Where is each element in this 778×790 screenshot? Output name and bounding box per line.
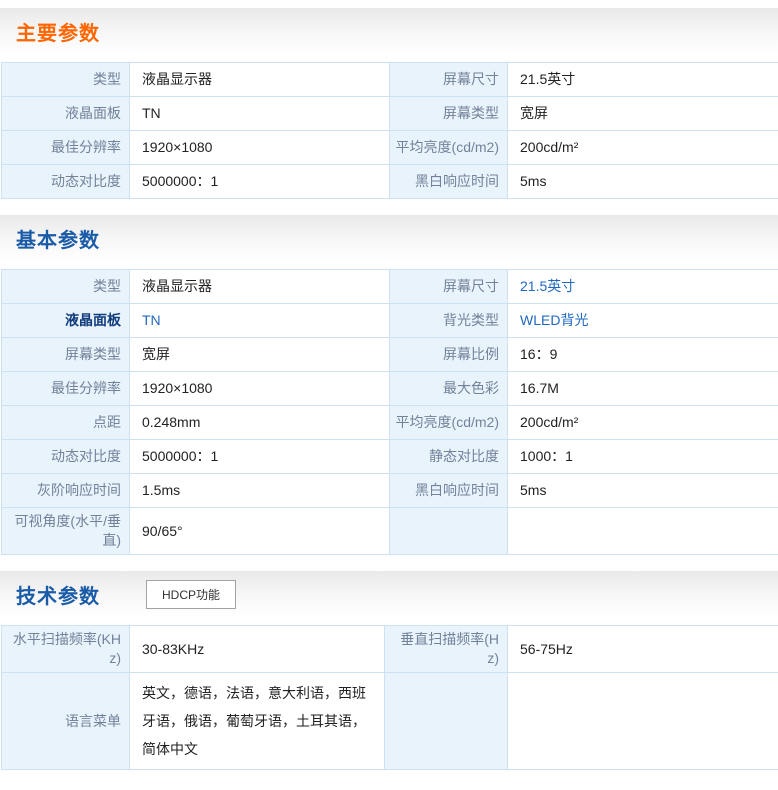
spec-row: 最佳分辨率 1920×1080 平均亮度(cd/m2) 200cd/m² bbox=[2, 131, 778, 165]
param-label: 屏幕比例 bbox=[390, 338, 508, 372]
param-label: 屏幕尺寸 bbox=[390, 63, 508, 97]
section-header: 技术参数 HDCP功能 bbox=[0, 571, 778, 617]
section-basic-params: 基本参数 类型 液晶显示器 屏幕尺寸 21.5英寸 液晶面板 TN 背光类型 W… bbox=[0, 215, 778, 555]
param-value: 5ms bbox=[508, 165, 778, 199]
spec-row: 可视角度(水平/垂直) 90/65° bbox=[2, 508, 778, 555]
param-value: 5ms bbox=[508, 474, 778, 508]
param-label: 最大色彩 bbox=[390, 372, 508, 406]
section-tech-params: 技术参数 HDCP功能 水平扫描频率(KHz) 30-83KHz 垂直扫描频率(… bbox=[0, 571, 778, 770]
spec-row: 类型 液晶显示器 屏幕尺寸 21.5英寸 bbox=[2, 63, 778, 97]
spec-table-main: 类型 液晶显示器 屏幕尺寸 21.5英寸 液晶面板 TN 屏幕类型 宽屏 最佳分… bbox=[1, 62, 778, 199]
spec-table-tech: 水平扫描频率(KHz) 30-83KHz 垂直扫描频率(Hz) 56-75Hz … bbox=[1, 625, 778, 770]
param-value-empty bbox=[508, 508, 778, 555]
param-label: 可视角度(水平/垂直) bbox=[2, 508, 130, 555]
section-main-params: 主要参数 类型 液晶显示器 屏幕尺寸 21.5英寸 液晶面板 TN 屏幕类型 宽… bbox=[0, 8, 778, 199]
param-value: 1920×1080 bbox=[130, 372, 390, 406]
spec-row: 液晶面板 TN 屏幕类型 宽屏 bbox=[2, 97, 778, 131]
spec-row: 语言菜单 英文，德语，法语，意大利语，西班牙语，俄语，葡萄牙语，土耳其语，简体中… bbox=[2, 673, 778, 770]
param-value: 宽屏 bbox=[508, 97, 778, 131]
param-value-link[interactable]: 21.5英寸 bbox=[508, 270, 778, 304]
section-header: 基本参数 bbox=[0, 215, 778, 261]
param-label: 屏幕尺寸 bbox=[390, 270, 508, 304]
param-label: 灰阶响应时间 bbox=[2, 474, 130, 508]
param-label: 垂直扫描频率(Hz) bbox=[385, 626, 508, 673]
param-label: 屏幕类型 bbox=[390, 97, 508, 131]
param-value: 21.5英寸 bbox=[508, 63, 778, 97]
param-label-empty bbox=[385, 673, 508, 770]
param-label-link[interactable]: 液晶面板 bbox=[2, 304, 130, 338]
param-value: 1.5ms bbox=[130, 474, 390, 508]
spec-row: 液晶面板 TN 背光类型 WLED背光 bbox=[2, 304, 778, 338]
param-label: 静态对比度 bbox=[390, 440, 508, 474]
param-label: 动态对比度 bbox=[2, 440, 130, 474]
param-value-link[interactable]: WLED背光 bbox=[508, 304, 778, 338]
spec-row: 最佳分辨率 1920×1080 最大色彩 16.7M bbox=[2, 372, 778, 406]
param-value: 英文，德语，法语，意大利语，西班牙语，俄语，葡萄牙语，土耳其语，简体中文 bbox=[130, 673, 385, 770]
spec-row: 动态对比度 5000000：1 黑白响应时间 5ms bbox=[2, 165, 778, 199]
section-title: 主要参数 bbox=[16, 17, 100, 46]
param-value: 1000：1 bbox=[508, 440, 778, 474]
param-value: 200cd/m² bbox=[508, 406, 778, 440]
hdcp-feature-button[interactable]: HDCP功能 bbox=[146, 580, 236, 609]
param-value: 0.248mm bbox=[130, 406, 390, 440]
param-value: 16.7M bbox=[508, 372, 778, 406]
param-label: 最佳分辨率 bbox=[2, 131, 130, 165]
spec-row: 屏幕类型 宽屏 屏幕比例 16：9 bbox=[2, 338, 778, 372]
param-value: 5000000：1 bbox=[130, 440, 390, 474]
spec-row: 动态对比度 5000000：1 静态对比度 1000：1 bbox=[2, 440, 778, 474]
param-label: 动态对比度 bbox=[2, 165, 130, 199]
param-label: 液晶面板 bbox=[2, 97, 130, 131]
spec-table-basic: 类型 液晶显示器 屏幕尺寸 21.5英寸 液晶面板 TN 背光类型 WLED背光… bbox=[1, 269, 778, 555]
param-value: 宽屏 bbox=[130, 338, 390, 372]
param-label: 最佳分辨率 bbox=[2, 372, 130, 406]
param-label: 类型 bbox=[2, 63, 130, 97]
param-label: 点距 bbox=[2, 406, 130, 440]
spec-row: 水平扫描频率(KHz) 30-83KHz 垂直扫描频率(Hz) 56-75Hz bbox=[2, 626, 778, 673]
param-value: 16：9 bbox=[508, 338, 778, 372]
param-value: 液晶显示器 bbox=[130, 63, 390, 97]
param-value: 90/65° bbox=[130, 508, 390, 555]
param-value: 30-83KHz bbox=[130, 626, 385, 673]
section-title: 技术参数 bbox=[16, 580, 100, 609]
param-value: 200cd/m² bbox=[508, 131, 778, 165]
param-value-empty bbox=[508, 673, 778, 770]
spec-row: 灰阶响应时间 1.5ms 黑白响应时间 5ms bbox=[2, 474, 778, 508]
spec-row: 点距 0.248mm 平均亮度(cd/m2) 200cd/m² bbox=[2, 406, 778, 440]
param-label: 语言菜单 bbox=[2, 673, 130, 770]
param-label: 类型 bbox=[2, 270, 130, 304]
param-label: 黑白响应时间 bbox=[390, 474, 508, 508]
section-title: 基本参数 bbox=[16, 224, 100, 253]
param-value: 1920×1080 bbox=[130, 131, 390, 165]
param-label: 屏幕类型 bbox=[2, 338, 130, 372]
section-header: 主要参数 bbox=[0, 8, 778, 54]
param-value: TN bbox=[130, 97, 390, 131]
param-label: 平均亮度(cd/m2) bbox=[390, 131, 508, 165]
param-label: 背光类型 bbox=[390, 304, 508, 338]
param-value-link[interactable]: TN bbox=[130, 304, 390, 338]
param-label: 平均亮度(cd/m2) bbox=[390, 406, 508, 440]
param-value: 56-75Hz bbox=[508, 626, 778, 673]
param-label: 水平扫描频率(KHz) bbox=[2, 626, 130, 673]
param-label: 黑白响应时间 bbox=[390, 165, 508, 199]
param-value: 液晶显示器 bbox=[130, 270, 390, 304]
param-value: 5000000：1 bbox=[130, 165, 390, 199]
param-label-empty bbox=[390, 508, 508, 555]
spec-row: 类型 液晶显示器 屏幕尺寸 21.5英寸 bbox=[2, 270, 778, 304]
